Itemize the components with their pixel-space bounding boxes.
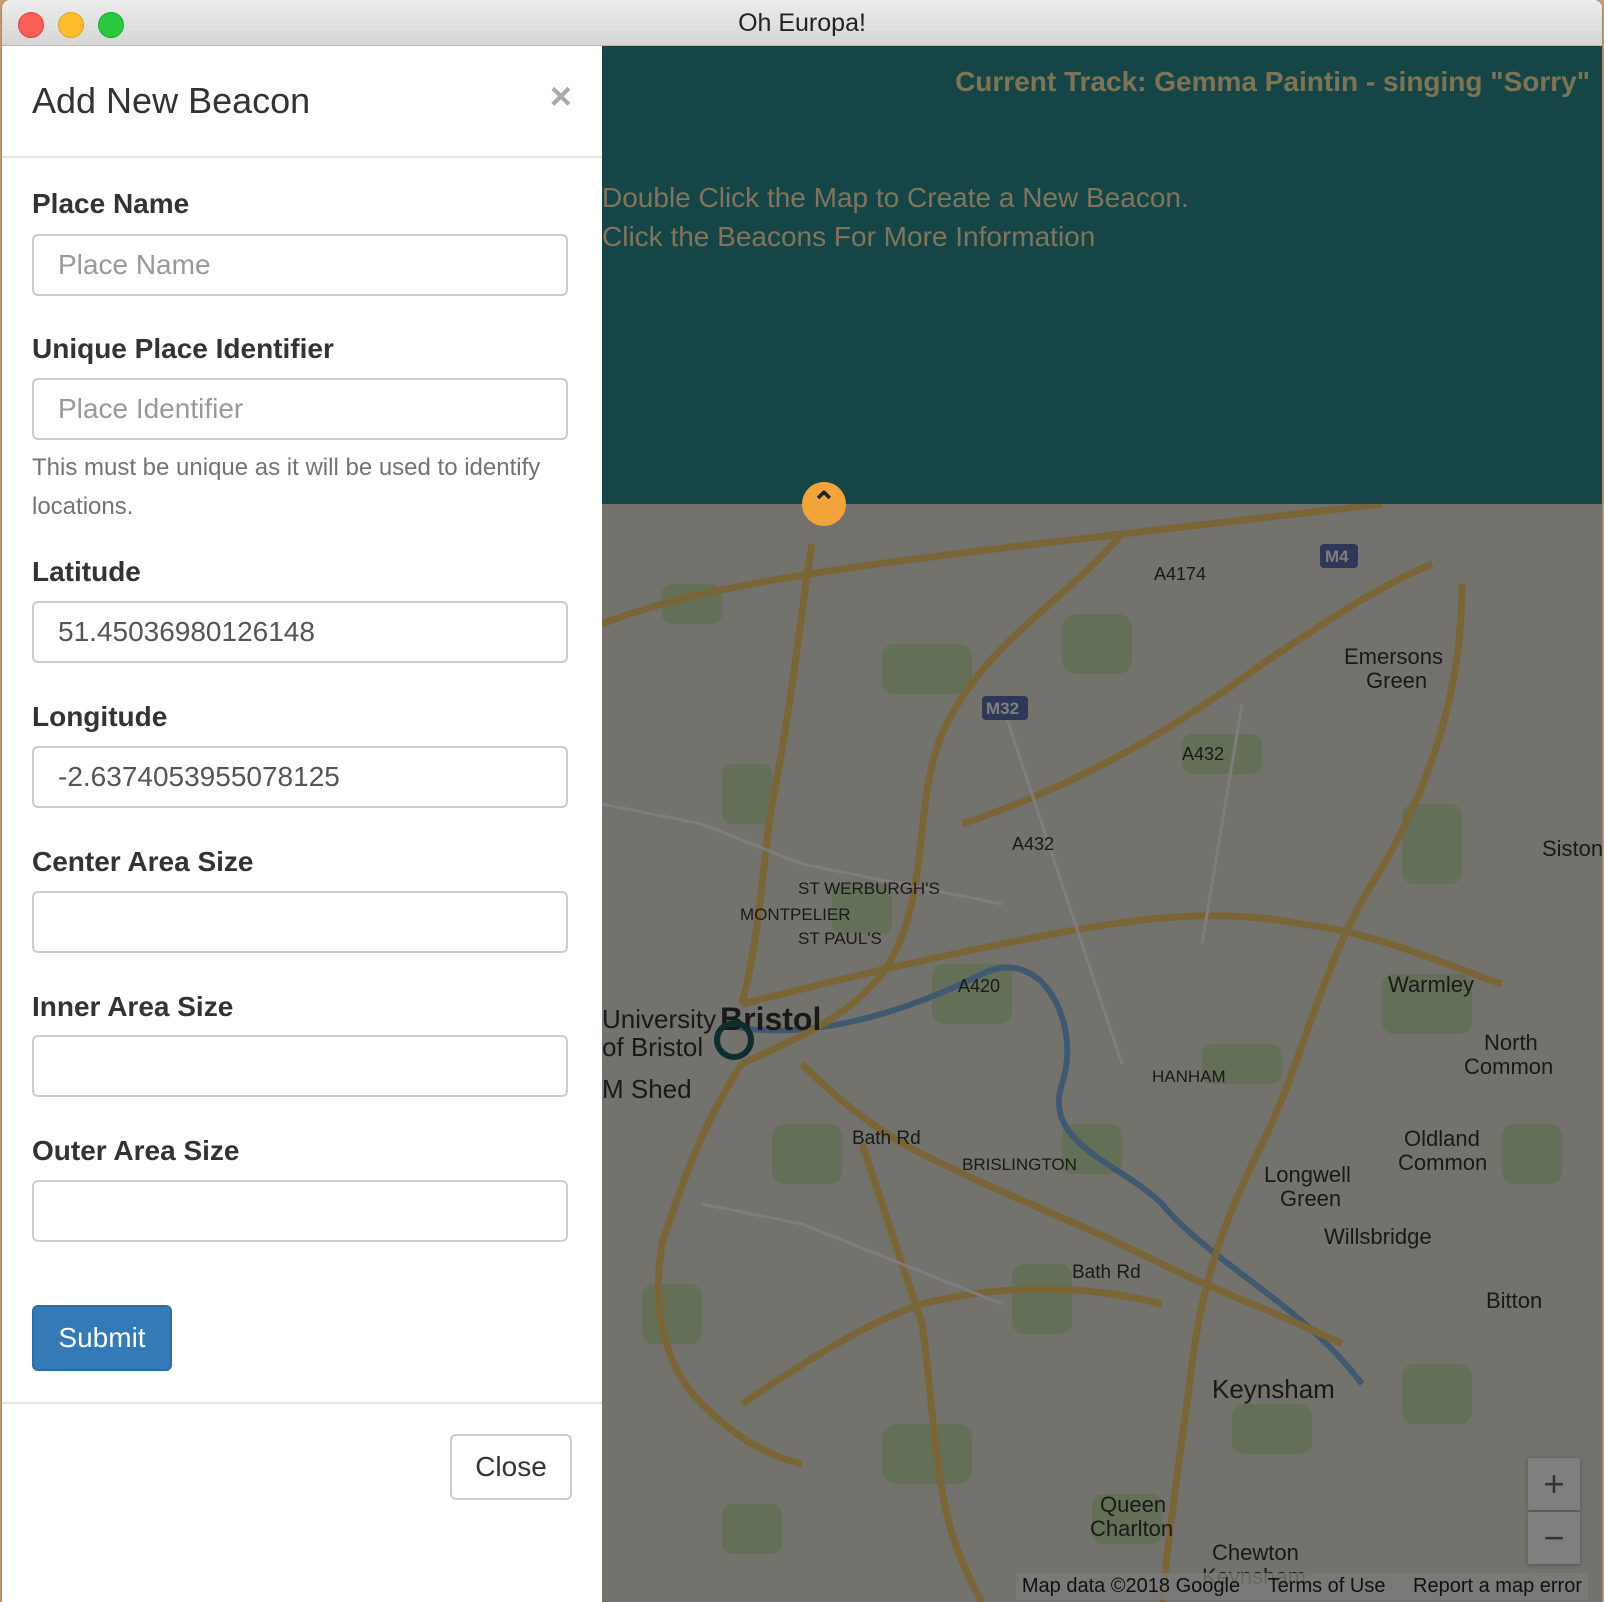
close-button[interactable]: Close (450, 1434, 572, 1500)
close-icon[interactable]: × (550, 76, 572, 119)
submit-button[interactable]: Submit (32, 1305, 172, 1371)
latitude-label: Latitude (32, 556, 141, 587)
inner-area-input[interactable] (32, 1035, 568, 1097)
modal-header: Add New Beacon × (2, 46, 602, 158)
place-id-label: Unique Place Identifier (32, 333, 334, 364)
place-id-help: This must be unique as it will be used t… (32, 454, 541, 520)
outer-area-label: Outer Area Size (32, 1135, 240, 1166)
longitude-label: Longitude (32, 701, 168, 732)
place-name-input[interactable] (32, 234, 568, 296)
chevron-up-icon[interactable]: ⌃ (802, 482, 846, 526)
add-beacon-modal: Add New Beacon × Place Name Unique Place… (2, 46, 602, 1602)
latitude-input[interactable] (32, 601, 568, 663)
place-name-label: Place Name (32, 188, 190, 219)
place-id-input[interactable] (32, 378, 568, 440)
app-content: Current Track: Gemma Paintin - singing "… (2, 46, 1602, 1602)
modal-title: Add New Beacon (32, 80, 311, 121)
longitude-input[interactable] (32, 746, 568, 808)
center-area-label: Center Area Size (32, 846, 254, 877)
title-bar: Oh Europa! (2, 0, 1602, 46)
center-area-input[interactable] (32, 891, 568, 953)
outer-area-input[interactable] (32, 1180, 568, 1242)
window-title: Oh Europa! (738, 9, 866, 37)
modal-footer-divider (2, 1402, 602, 1404)
app-window: Oh Europa! Current Track: Gemma Paintin … (2, 0, 1602, 1602)
inner-area-label: Inner Area Size (32, 991, 234, 1022)
